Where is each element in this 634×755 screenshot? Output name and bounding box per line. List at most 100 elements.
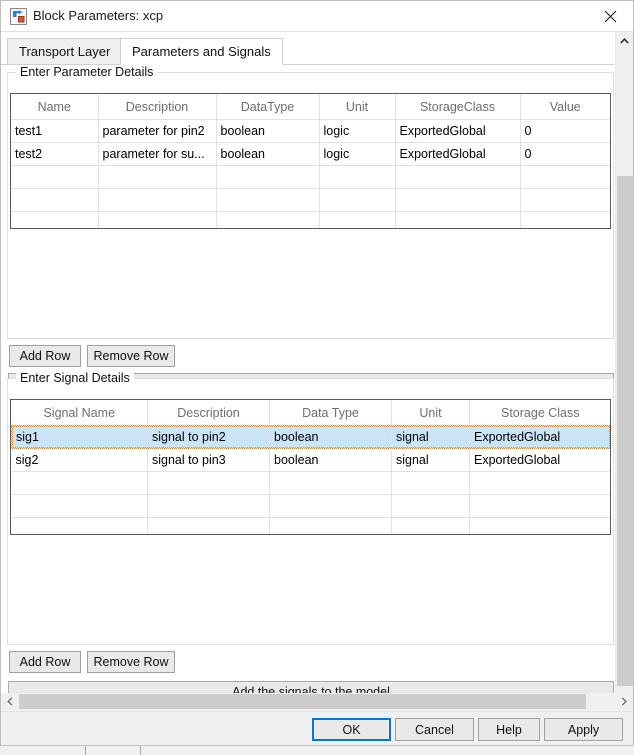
- cell-signal-name[interactable]: [11, 494, 148, 518]
- cell-storage-class[interactable]: [469, 494, 610, 518]
- cell-data-type[interactable]: [269, 471, 392, 495]
- tab-parameters-and-signals-label: Parameters and Signals: [132, 44, 271, 59]
- cell-datatype[interactable]: [216, 211, 320, 228]
- chevron-right-icon[interactable]: [615, 693, 633, 710]
- column-header-name[interactable]: Name: [11, 94, 99, 120]
- cell-name[interactable]: [11, 188, 99, 212]
- cell-value[interactable]: [520, 165, 610, 189]
- dialog-action-bar: OK Cancel Help Apply: [1, 711, 633, 745]
- chevron-up-icon[interactable]: [616, 32, 633, 50]
- cell-unit[interactable]: [319, 188, 396, 212]
- column-header-unit[interactable]: Unit: [319, 94, 396, 120]
- cell-storage-class[interactable]: [469, 471, 610, 495]
- table-row[interactable]: [11, 517, 610, 534]
- close-icon[interactable]: [588, 1, 633, 31]
- cell-unit[interactable]: [391, 517, 470, 534]
- cell-signal-name[interactable]: [11, 471, 148, 495]
- remove-row-button-parameters[interactable]: Remove Row: [87, 345, 175, 367]
- cell-datatype[interactable]: boolean: [216, 142, 320, 166]
- table-row[interactable]: test2 parameter for su... boolean logic …: [11, 142, 610, 166]
- cell-description[interactable]: [147, 494, 270, 518]
- cell-description[interactable]: signal to pin2: [147, 425, 270, 449]
- tab-transport-layer-label: Transport Layer: [19, 44, 111, 59]
- cell-unit[interactable]: logic: [319, 119, 396, 143]
- cell-data-type[interactable]: [269, 517, 392, 534]
- cell-signal-name[interactable]: sig1: [11, 425, 148, 449]
- cell-storageclass[interactable]: [395, 165, 521, 189]
- tab-transport-layer[interactable]: Transport Layer: [7, 38, 123, 65]
- cell-unit[interactable]: [391, 471, 470, 495]
- cell-value[interactable]: 0: [520, 119, 610, 143]
- cell-value[interactable]: [520, 188, 610, 212]
- vertical-scrollbar[interactable]: [615, 32, 633, 714]
- cell-storageclass[interactable]: ExportedGlobal: [395, 142, 521, 166]
- column-header-data-type[interactable]: Data Type: [269, 400, 392, 426]
- cell-storageclass[interactable]: [395, 188, 521, 212]
- cell-unit[interactable]: [319, 211, 396, 228]
- cell-storage-class[interactable]: ExportedGlobal: [469, 425, 610, 449]
- ok-button[interactable]: OK: [312, 718, 391, 741]
- cell-value[interactable]: [520, 211, 610, 228]
- column-header-datatype[interactable]: DataType: [216, 94, 320, 120]
- cell-unit[interactable]: logic: [319, 142, 396, 166]
- add-row-button-parameters[interactable]: Add Row: [9, 345, 81, 367]
- cell-description[interactable]: parameter for su...: [98, 142, 217, 166]
- parameters-table[interactable]: Name Description DataType Unit StorageCl…: [10, 93, 611, 229]
- ok-label: OK: [342, 722, 361, 737]
- help-button[interactable]: Help: [478, 718, 540, 741]
- vertical-scrollbar-thumb[interactable]: [617, 176, 633, 686]
- signals-table[interactable]: Signal Name Description Data Type Unit S…: [10, 399, 611, 535]
- cell-data-type[interactable]: boolean: [269, 425, 392, 449]
- column-header-storage-class[interactable]: Storage Class: [469, 400, 610, 426]
- table-row[interactable]: [11, 211, 610, 228]
- cell-unit[interactable]: [319, 165, 396, 189]
- table-row-selected[interactable]: sig1 signal to pin2 boolean signal Expor…: [11, 425, 610, 449]
- cell-datatype[interactable]: [216, 188, 320, 212]
- cell-datatype[interactable]: [216, 165, 320, 189]
- cell-unit[interactable]: signal: [391, 425, 470, 449]
- cell-description[interactable]: [147, 517, 270, 534]
- column-header-description[interactable]: Description: [98, 94, 217, 120]
- column-header-storageclass[interactable]: StorageClass: [395, 94, 521, 120]
- cell-name[interactable]: [11, 165, 99, 189]
- cell-name[interactable]: [11, 211, 99, 228]
- cell-data-type[interactable]: [269, 494, 392, 518]
- cell-datatype[interactable]: boolean: [216, 119, 320, 143]
- chevron-left-icon[interactable]: [1, 693, 19, 710]
- cell-description[interactable]: [98, 165, 217, 189]
- table-row[interactable]: [11, 494, 610, 518]
- cell-storage-class[interactable]: [469, 517, 610, 534]
- cell-name[interactable]: test1: [11, 119, 99, 143]
- column-header-value[interactable]: Value: [520, 94, 610, 120]
- add-row-button-signals[interactable]: Add Row: [9, 651, 81, 673]
- cell-description[interactable]: parameter for pin2: [98, 119, 217, 143]
- table-row[interactable]: test1 parameter for pin2 boolean logic E…: [11, 119, 610, 143]
- cell-description[interactable]: signal to pin3: [147, 448, 270, 472]
- cell-description[interactable]: [147, 471, 270, 495]
- cell-description[interactable]: [98, 188, 217, 212]
- column-header-signal-name[interactable]: Signal Name: [11, 400, 148, 426]
- table-row[interactable]: sig2 signal to pin3 boolean signal Expor…: [11, 448, 610, 472]
- remove-row-button-signals[interactable]: Remove Row: [87, 651, 175, 673]
- cell-data-type[interactable]: boolean: [269, 448, 392, 472]
- cell-description[interactable]: [98, 211, 217, 228]
- cell-storage-class[interactable]: ExportedGlobal: [469, 448, 610, 472]
- cell-signal-name[interactable]: [11, 517, 148, 534]
- cell-storageclass[interactable]: [395, 211, 521, 228]
- table-row[interactable]: [11, 165, 610, 189]
- cell-unit[interactable]: signal: [391, 448, 470, 472]
- column-header-description[interactable]: Description: [147, 400, 270, 426]
- cell-storageclass[interactable]: ExportedGlobal: [395, 119, 521, 143]
- cell-value[interactable]: 0: [520, 142, 610, 166]
- horizontal-scrollbar-thumb[interactable]: [19, 694, 586, 709]
- cell-name[interactable]: test2: [11, 142, 99, 166]
- apply-button[interactable]: Apply: [544, 718, 623, 741]
- cell-signal-name[interactable]: sig2: [11, 448, 148, 472]
- table-row[interactable]: [11, 471, 610, 495]
- table-row[interactable]: [11, 188, 610, 212]
- tab-parameters-and-signals[interactable]: Parameters and Signals: [120, 38, 283, 65]
- cancel-button[interactable]: Cancel: [395, 718, 474, 741]
- horizontal-scrollbar[interactable]: [1, 693, 633, 711]
- cell-unit[interactable]: [391, 494, 470, 518]
- column-header-unit[interactable]: Unit: [391, 400, 470, 426]
